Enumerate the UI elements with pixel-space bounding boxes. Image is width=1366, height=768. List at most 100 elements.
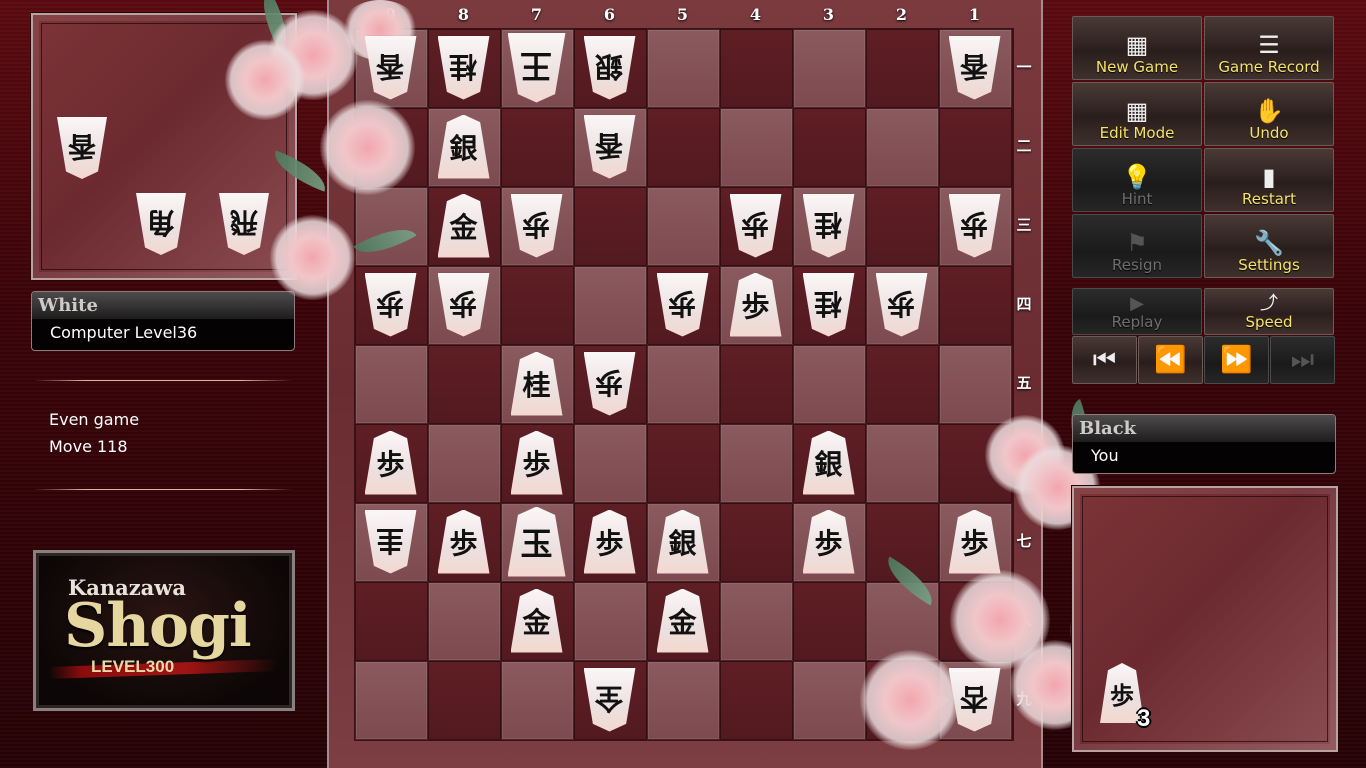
hand-icon: ✋ xyxy=(1254,97,1284,125)
restart-label: Restart xyxy=(1242,190,1296,208)
piece-kanji: 銀 xyxy=(449,131,478,165)
board-square[interactable] xyxy=(720,582,793,661)
board-square[interactable] xyxy=(574,424,647,503)
new-game-icon: ▦ xyxy=(1125,31,1149,59)
logo-shogi: Shogi xyxy=(64,591,252,661)
piece-kanji: 桂 xyxy=(522,368,551,402)
board-square[interactable] xyxy=(428,424,501,503)
board-square[interactable] xyxy=(866,424,939,503)
board-square[interactable] xyxy=(647,661,720,740)
board-square[interactable] xyxy=(355,661,428,740)
rank-label: 六 xyxy=(1016,453,1032,471)
board-square[interactable] xyxy=(720,108,793,187)
rank-label: 七 xyxy=(1016,532,1032,550)
resign-button[interactable]: ⚑ Resign xyxy=(1072,214,1202,278)
piece-kanji: 歩 xyxy=(376,286,405,320)
piece-kanji: 歩 xyxy=(668,286,697,320)
board-square[interactable] xyxy=(793,661,866,740)
game-record-button[interactable]: ☰ Game Record xyxy=(1204,16,1334,80)
replay-button[interactable]: ▶ Replay xyxy=(1072,288,1202,335)
board-square[interactable] xyxy=(866,345,939,424)
board-square[interactable] xyxy=(866,187,939,266)
board-square[interactable] xyxy=(355,345,428,424)
game-record-label: Game Record xyxy=(1218,58,1320,76)
rank-label: 二 xyxy=(1016,137,1032,155)
new-game-label: New Game xyxy=(1095,58,1179,76)
edit-mode-button[interactable]: ▦ Edit Mode xyxy=(1072,82,1202,146)
board-square[interactable] xyxy=(866,582,939,661)
board-square[interactable] xyxy=(793,108,866,187)
white-player-name: Computer Level36 xyxy=(50,323,198,342)
board-square[interactable] xyxy=(939,266,1012,345)
board-square[interactable] xyxy=(647,345,720,424)
board-square[interactable] xyxy=(574,187,647,266)
board-square[interactable] xyxy=(939,582,1012,661)
black-player-panel: Black You xyxy=(1072,414,1336,474)
file-label: 8 xyxy=(457,5,470,24)
board-square[interactable] xyxy=(866,661,939,740)
board-square[interactable] xyxy=(428,661,501,740)
new-game-button[interactable]: ▦ New Game xyxy=(1072,16,1202,80)
file-label: 1 xyxy=(968,5,981,24)
piece-kanji: 歩 xyxy=(595,526,624,560)
board-square[interactable] xyxy=(647,424,720,503)
board-square[interactable] xyxy=(939,345,1012,424)
board-square[interactable] xyxy=(720,661,793,740)
skip-to-start-icon: ⏮ xyxy=(1092,345,1117,375)
board-square[interactable] xyxy=(574,266,647,345)
piece-kanji: 玉 xyxy=(520,524,553,563)
speed-label: Speed xyxy=(1245,313,1293,331)
piece-kanji: 香 xyxy=(595,128,624,162)
nav-first-button[interactable]: ⏮ xyxy=(1072,336,1137,384)
game-record-icon: ☰ xyxy=(1258,31,1280,59)
piece-kanji: 歩 xyxy=(522,447,551,481)
board-square[interactable] xyxy=(866,108,939,187)
rank-label: 四 xyxy=(1016,295,1032,313)
board-square[interactable] xyxy=(793,345,866,424)
logo-level: LEVEL300 xyxy=(91,657,175,676)
board-square[interactable] xyxy=(355,187,428,266)
piece-kanji: 金 xyxy=(449,210,478,244)
board-square[interactable] xyxy=(501,661,574,740)
nav-forward-button[interactable]: ⏩ xyxy=(1204,336,1269,384)
nav-back-button[interactable]: ⏪ xyxy=(1138,336,1203,384)
speed-button[interactable]: ⤴ Speed xyxy=(1204,288,1334,335)
fast-forward-icon: ⏩ xyxy=(1220,345,1253,375)
piece-kanji: 歩 xyxy=(814,526,843,560)
board-square[interactable] xyxy=(720,424,793,503)
board-square[interactable] xyxy=(428,345,501,424)
nav-last-button[interactable]: ⏭ xyxy=(1270,336,1335,384)
board-square[interactable] xyxy=(793,29,866,108)
board-square[interactable] xyxy=(939,424,1012,503)
piece-kanji: 圭 xyxy=(376,523,405,557)
board-square[interactable] xyxy=(939,108,1012,187)
board-square[interactable] xyxy=(355,108,428,187)
rank-label: 一 xyxy=(1016,58,1032,76)
board-square[interactable] xyxy=(355,582,428,661)
board-square[interactable] xyxy=(720,503,793,582)
file-label: 6 xyxy=(603,5,616,24)
rank-label: 八 xyxy=(1016,611,1032,629)
board-square[interactable] xyxy=(720,345,793,424)
board-square[interactable] xyxy=(501,266,574,345)
restart-button[interactable]: ▮ Restart xyxy=(1204,148,1334,212)
file-label: 7 xyxy=(530,5,543,24)
board-square[interactable] xyxy=(647,187,720,266)
board-square[interactable] xyxy=(866,29,939,108)
rank-label: 九 xyxy=(1016,690,1032,708)
black-player-header: Black xyxy=(1073,415,1335,442)
board-square[interactable] xyxy=(501,108,574,187)
board-square[interactable] xyxy=(428,582,501,661)
board-square[interactable] xyxy=(574,582,647,661)
board-square[interactable] xyxy=(866,503,939,582)
piece-kanji: 歩 xyxy=(960,526,989,560)
divider-bottom xyxy=(33,489,293,490)
board-square[interactable] xyxy=(720,29,793,108)
board-square[interactable] xyxy=(647,29,720,108)
undo-button[interactable]: ✋ Undo xyxy=(1204,82,1334,146)
hint-button[interactable]: 💡 Hint xyxy=(1072,148,1202,212)
file-label: 4 xyxy=(749,5,762,24)
settings-button[interactable]: 🔧 Settings xyxy=(1204,214,1334,278)
board-square[interactable] xyxy=(793,582,866,661)
board-square[interactable] xyxy=(647,108,720,187)
